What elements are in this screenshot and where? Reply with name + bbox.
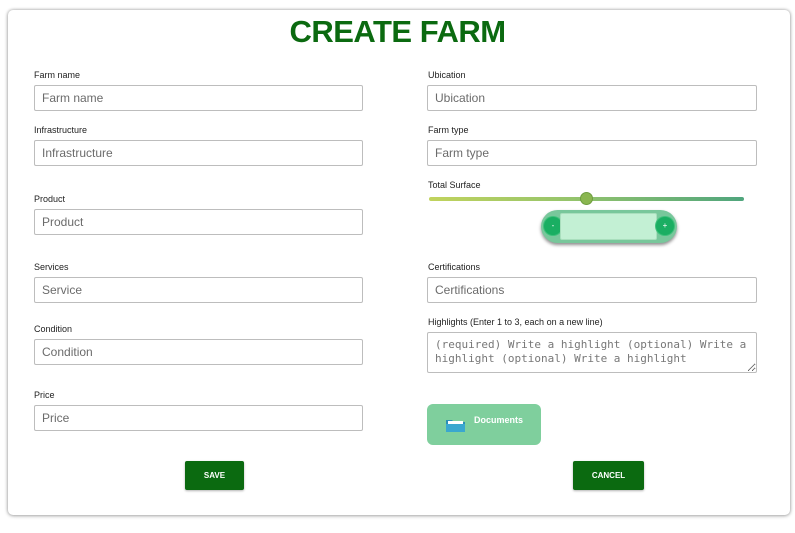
cancel-button[interactable]: CANCEL [573, 461, 644, 490]
infrastructure-input[interactable] [34, 140, 363, 166]
infrastructure-label: Infrastructure [34, 125, 88, 135]
save-button[interactable]: SAVE [185, 461, 244, 490]
farm-type-input[interactable] [427, 140, 757, 166]
condition-input[interactable] [34, 339, 363, 365]
total-surface-stepper: - + [541, 210, 677, 243]
farm-name-label: Farm name [34, 70, 81, 80]
certifications-input[interactable] [427, 277, 757, 303]
total-surface-slider-thumb[interactable] [580, 192, 593, 205]
highlights-label: Highlights (Enter 1 to 3, each on a new … [428, 317, 603, 327]
page-title: CREATE FARM [289, 14, 506, 49]
highlights-textarea[interactable] [427, 332, 757, 373]
documents-label: Documents [474, 415, 524, 425]
increment-button[interactable]: + [656, 217, 674, 235]
total-surface-label: Total Surface [428, 180, 481, 190]
ubication-input[interactable] [427, 85, 757, 111]
certifications-label: Certifications [428, 262, 481, 272]
folder-icon [446, 420, 465, 432]
price-label: Price [34, 390, 55, 400]
documents-button[interactable]: Documents [427, 404, 541, 445]
farm-name-input[interactable] [34, 85, 363, 111]
ubication-label: Ubication [428, 70, 466, 80]
condition-label: Condition [34, 324, 73, 334]
total-surface-value-field[interactable] [560, 213, 657, 240]
price-input[interactable] [34, 405, 363, 431]
farm-type-label: Farm type [428, 125, 469, 135]
services-input[interactable] [34, 277, 363, 303]
services-label: Services [34, 262, 69, 272]
product-label: Product [34, 194, 66, 204]
product-input[interactable] [34, 209, 363, 235]
